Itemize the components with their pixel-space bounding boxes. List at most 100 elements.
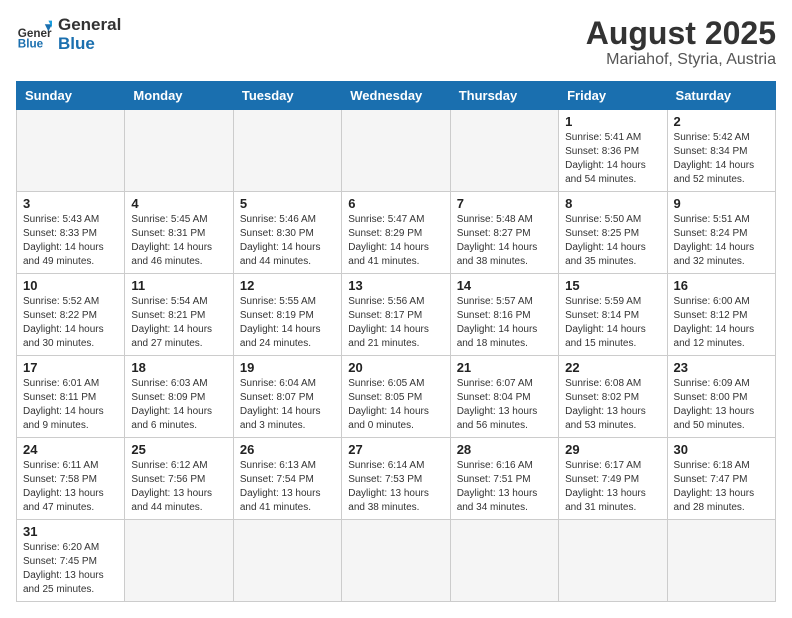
day-number: 20 — [348, 360, 443, 375]
calendar-cell — [17, 110, 125, 192]
calendar-cell: 10 Sunrise: 5:52 AM Sunset: 8:22 PM Dayli… — [17, 274, 125, 356]
calendar-cell: 24 Sunrise: 6:11 AM Sunset: 7:58 PM Dayli… — [17, 438, 125, 520]
weekday-header-wednesday: Wednesday — [342, 82, 450, 110]
day-number: 25 — [131, 442, 226, 457]
calendar-cell — [559, 520, 667, 602]
day-number: 24 — [23, 442, 118, 457]
calendar-cell — [233, 110, 341, 192]
calendar-cell — [233, 520, 341, 602]
day-number: 9 — [674, 196, 769, 211]
calendar-cell: 9 Sunrise: 5:51 AM Sunset: 8:24 PM Daylig… — [667, 192, 775, 274]
day-info: Sunrise: 5:45 AM Sunset: 8:31 PM Dayligh… — [131, 213, 226, 269]
day-number: 21 — [457, 360, 552, 375]
calendar-cell — [450, 520, 558, 602]
day-info: Sunrise: 5:56 AM Sunset: 8:17 PM Dayligh… — [348, 295, 443, 351]
weekday-header-friday: Friday — [559, 82, 667, 110]
day-number: 15 — [565, 278, 660, 293]
calendar-cell: 17Sunrise: 6:01 AM Sunset: 8:11 PM Dayli… — [17, 356, 125, 438]
day-info: Sunrise: 6:14 AM Sunset: 7:53 PM Dayligh… — [348, 459, 443, 515]
day-number: 22 — [565, 360, 660, 375]
calendar-cell — [667, 520, 775, 602]
calendar-cell: 26Sunrise: 6:13 AM Sunset: 7:54 PM Dayli… — [233, 438, 341, 520]
day-info: Sunrise: 5:52 AM Sunset: 8:22 PM Dayligh… — [23, 295, 118, 351]
day-number: 8 — [565, 196, 660, 211]
day-number: 17 — [23, 360, 118, 375]
day-info: Sunrise: 5:41 AM Sunset: 8:36 PM Dayligh… — [565, 131, 660, 187]
calendar-cell: 18 Sunrise: 6:03 AM Sunset: 8:09 PM Dayli… — [125, 356, 233, 438]
day-number: 29 — [565, 442, 660, 457]
calendar-week-row: 1 Sunrise: 5:41 AM Sunset: 8:36 PM Daylig… — [17, 110, 776, 192]
day-info: Sunrise: 6:09 AM Sunset: 8:00 PM Dayligh… — [674, 377, 769, 433]
day-info: Sunrise: 6:05 AM Sunset: 8:05 PM Dayligh… — [348, 377, 443, 433]
day-info: Sunrise: 6:11 AM Sunset: 7:58 PM Dayligh… — [23, 459, 118, 515]
day-info: Sunrise: 5:42 AM Sunset: 8:34 PM Dayligh… — [674, 131, 769, 187]
calendar-week-row: 24 Sunrise: 6:11 AM Sunset: 7:58 PM Dayli… — [17, 438, 776, 520]
calendar-week-row: 3Sunrise: 5:43 AM Sunset: 8:33 PM Daylig… — [17, 192, 776, 274]
weekday-header-tuesday: Tuesday — [233, 82, 341, 110]
day-info: Sunrise: 5:47 AM Sunset: 8:29 PM Dayligh… — [348, 213, 443, 269]
calendar-cell: 27Sunrise: 6:14 AM Sunset: 7:53 PM Dayli… — [342, 438, 450, 520]
location: Mariahof, Styria, Austria — [586, 51, 776, 69]
calendar-cell: 13 Sunrise: 5:56 AM Sunset: 8:17 PM Dayli… — [342, 274, 450, 356]
calendar-cell — [342, 520, 450, 602]
calendar-cell: 19Sunrise: 6:04 AM Sunset: 8:07 PM Dayli… — [233, 356, 341, 438]
day-number: 10 — [23, 278, 118, 293]
calendar-cell: 2Sunrise: 5:42 AM Sunset: 8:34 PM Daylig… — [667, 110, 775, 192]
day-info: Sunrise: 6:17 AM Sunset: 7:49 PM Dayligh… — [565, 459, 660, 515]
calendar-cell: 21 Sunrise: 6:07 AM Sunset: 8:04 PM Dayli… — [450, 356, 558, 438]
day-number: 1 — [565, 114, 660, 129]
calendar-cell: 5Sunrise: 5:46 AM Sunset: 8:30 PM Daylig… — [233, 192, 341, 274]
day-info: Sunrise: 6:04 AM Sunset: 8:07 PM Dayligh… — [240, 377, 335, 433]
day-info: Sunrise: 6:07 AM Sunset: 8:04 PM Dayligh… — [457, 377, 552, 433]
day-number: 11 — [131, 278, 226, 293]
weekday-header-sunday: Sunday — [17, 82, 125, 110]
calendar-cell: 25 Sunrise: 6:12 AM Sunset: 7:56 PM Dayli… — [125, 438, 233, 520]
day-info: Sunrise: 6:00 AM Sunset: 8:12 PM Dayligh… — [674, 295, 769, 351]
calendar-week-row: 10 Sunrise: 5:52 AM Sunset: 8:22 PM Dayli… — [17, 274, 776, 356]
day-info: Sunrise: 6:16 AM Sunset: 7:51 PM Dayligh… — [457, 459, 552, 515]
logo-general: General — [58, 16, 121, 35]
day-info: Sunrise: 5:54 AM Sunset: 8:21 PM Dayligh… — [131, 295, 226, 351]
day-info: Sunrise: 5:55 AM Sunset: 8:19 PM Dayligh… — [240, 295, 335, 351]
calendar-cell: 31Sunrise: 6:20 AM Sunset: 7:45 PM Dayli… — [17, 520, 125, 602]
title-block: August 2025 Mariahof, Styria, Austria — [586, 16, 776, 69]
calendar-cell — [125, 110, 233, 192]
day-info: Sunrise: 6:12 AM Sunset: 7:56 PM Dayligh… — [131, 459, 226, 515]
day-number: 5 — [240, 196, 335, 211]
calendar-cell — [450, 110, 558, 192]
day-info: Sunrise: 6:13 AM Sunset: 7:54 PM Dayligh… — [240, 459, 335, 515]
weekday-header-saturday: Saturday — [667, 82, 775, 110]
calendar-week-row: 31Sunrise: 6:20 AM Sunset: 7:45 PM Dayli… — [17, 520, 776, 602]
calendar-cell: 23Sunrise: 6:09 AM Sunset: 8:00 PM Dayli… — [667, 356, 775, 438]
day-number: 31 — [23, 524, 118, 539]
calendar-cell: 12Sunrise: 5:55 AM Sunset: 8:19 PM Dayli… — [233, 274, 341, 356]
month-year: August 2025 — [586, 16, 776, 51]
day-info: Sunrise: 5:51 AM Sunset: 8:24 PM Dayligh… — [674, 213, 769, 269]
calendar-cell: 14Sunrise: 5:57 AM Sunset: 8:16 PM Dayli… — [450, 274, 558, 356]
day-number: 4 — [131, 196, 226, 211]
calendar-week-row: 17Sunrise: 6:01 AM Sunset: 8:11 PM Dayli… — [17, 356, 776, 438]
day-info: Sunrise: 6:18 AM Sunset: 7:47 PM Dayligh… — [674, 459, 769, 515]
day-info: Sunrise: 5:57 AM Sunset: 8:16 PM Dayligh… — [457, 295, 552, 351]
calendar-cell: 29 Sunrise: 6:17 AM Sunset: 7:49 PM Dayli… — [559, 438, 667, 520]
calendar-cell: 3Sunrise: 5:43 AM Sunset: 8:33 PM Daylig… — [17, 192, 125, 274]
day-number: 16 — [674, 278, 769, 293]
calendar-cell: 6 Sunrise: 5:47 AM Sunset: 8:29 PM Daylig… — [342, 192, 450, 274]
logo: General Blue General Blue — [16, 16, 121, 53]
calendar-cell: 30 Sunrise: 6:18 AM Sunset: 7:47 PM Dayli… — [667, 438, 775, 520]
day-number: 13 — [348, 278, 443, 293]
day-number: 6 — [348, 196, 443, 211]
logo-icon: General Blue — [16, 17, 52, 53]
day-info: Sunrise: 6:03 AM Sunset: 8:09 PM Dayligh… — [131, 377, 226, 433]
weekday-header-monday: Monday — [125, 82, 233, 110]
weekday-header-row: SundayMondayTuesdayWednesdayThursdayFrid… — [17, 82, 776, 110]
calendar-cell: 1 Sunrise: 5:41 AM Sunset: 8:36 PM Daylig… — [559, 110, 667, 192]
calendar-cell: 7Sunrise: 5:48 AM Sunset: 8:27 PM Daylig… — [450, 192, 558, 274]
svg-text:Blue: Blue — [18, 37, 44, 50]
day-number: 18 — [131, 360, 226, 375]
calendar-cell — [125, 520, 233, 602]
page-header: General Blue General Blue August 2025 Ma… — [16, 16, 776, 69]
calendar-cell: 20 Sunrise: 6:05 AM Sunset: 8:05 PM Dayli… — [342, 356, 450, 438]
day-number: 30 — [674, 442, 769, 457]
calendar-cell — [342, 110, 450, 192]
